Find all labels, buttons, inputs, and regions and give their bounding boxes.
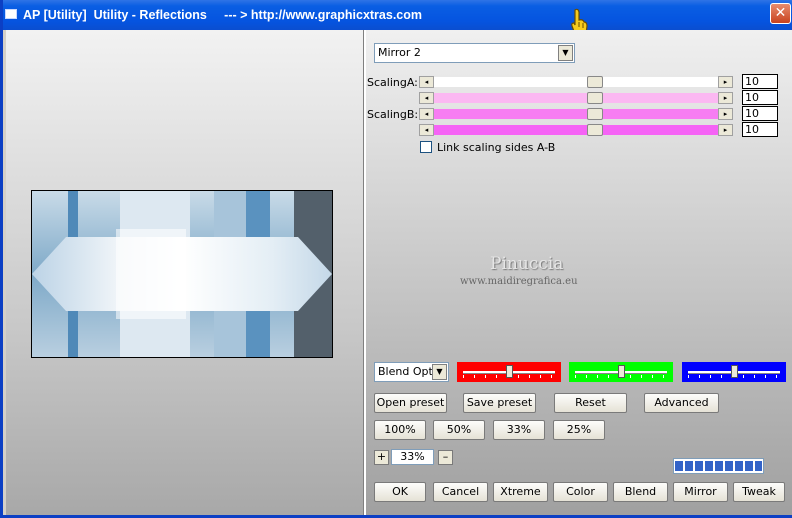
arrow-left-icon[interactable]: ◂ [419, 92, 434, 104]
window-icon [5, 9, 17, 19]
tweak-button[interactable]: Tweak [733, 482, 785, 502]
slider-row[interactable]: ◂ ▸ 10 [419, 74, 778, 89]
slider-track[interactable] [434, 76, 718, 88]
mode-select-value: Mirror 2 [378, 46, 421, 59]
close-button[interactable]: ✕ [770, 3, 791, 24]
scaling-value-field[interactable]: 10 [742, 90, 778, 105]
watermark-url: www.maidiregrafica.eu [460, 276, 578, 287]
scaling-value-field[interactable]: 10 [742, 74, 778, 89]
mode-select[interactable]: Mirror 2 ▼ [374, 43, 575, 63]
zoom-100-button[interactable]: 100% [374, 420, 426, 440]
blend-options-select[interactable]: Blend Optio ▼ [374, 362, 449, 382]
reset-button[interactable]: Reset [554, 393, 627, 413]
slider-thumb[interactable] [587, 92, 603, 104]
slider-track[interactable] [434, 124, 718, 136]
slider-row[interactable]: ◂ ▸ 10 [419, 90, 778, 105]
controls-panel: Mirror 2 ▼ ScalingA: ScalingB: ◂ ▸ 10 ◂ … [366, 30, 792, 515]
blend-button[interactable]: Blend [613, 482, 668, 502]
red-slider-knob[interactable] [506, 365, 513, 378]
arrow-right-icon[interactable]: ▸ [718, 76, 733, 88]
arrow-right-icon[interactable]: ▸ [718, 92, 733, 104]
watermark-name: Pinuccia [490, 254, 564, 274]
window-title: AP [Utility] Utility - Reflections --- >… [23, 8, 422, 22]
zoom-level-field[interactable]: 33% [391, 449, 434, 465]
slider-thumb[interactable] [587, 124, 603, 136]
ok-button[interactable]: OK [374, 482, 426, 502]
xtreme-button[interactable]: Xtreme [493, 482, 548, 502]
slider-row[interactable]: ◂ ▸ 10 [419, 122, 778, 137]
reflection-preview-graphic [32, 191, 332, 357]
link-scaling-checkbox[interactable] [420, 141, 432, 153]
preview-panel [6, 30, 363, 515]
reflections-window: AP [Utility] Utility - Reflections --- >… [0, 0, 792, 518]
zoom-out-button[interactable]: – [438, 450, 453, 465]
zoom-50-button[interactable]: 50% [433, 420, 485, 440]
arrow-left-icon[interactable]: ◂ [419, 124, 434, 136]
arrow-left-icon[interactable]: ◂ [419, 76, 434, 88]
progress-bar [673, 458, 764, 474]
cancel-button[interactable]: Cancel [433, 482, 488, 502]
blue-slider-knob[interactable] [731, 365, 738, 378]
slider-thumb[interactable] [587, 76, 603, 88]
green-slider[interactable] [569, 362, 673, 382]
open-preset-button[interactable]: Open preset [374, 393, 447, 413]
zoom-25-button[interactable]: 25% [553, 420, 605, 440]
chevron-down-icon[interactable]: ▼ [432, 364, 447, 380]
color-button[interactable]: Color [553, 482, 608, 502]
blue-slider[interactable] [682, 362, 786, 382]
green-slider-knob[interactable] [618, 365, 625, 378]
arrow-right-icon[interactable]: ▸ [718, 124, 733, 136]
zoom-33-button[interactable]: 33% [493, 420, 545, 440]
save-preset-button[interactable]: Save preset [463, 393, 536, 413]
red-slider[interactable] [457, 362, 561, 382]
slider-row[interactable]: ◂ ▸ 10 [419, 106, 778, 121]
slider-track[interactable] [434, 92, 718, 104]
arrow-right-icon[interactable]: ▸ [718, 108, 733, 120]
title-bar[interactable]: AP [Utility] Utility - Reflections --- >… [3, 0, 792, 30]
scaling-a-label: ScalingA: [367, 76, 418, 89]
progress-fill [675, 461, 762, 471]
zoom-in-button[interactable]: + [374, 450, 389, 465]
arrow-left-icon[interactable]: ◂ [419, 108, 434, 120]
link-scaling-label: Link scaling sides A-B [437, 141, 556, 154]
scaling-value-field[interactable]: 10 [742, 122, 778, 137]
advanced-button[interactable]: Advanced [644, 393, 719, 413]
slider-thumb[interactable] [587, 108, 603, 120]
preview-image[interactable] [31, 190, 333, 358]
chevron-down-icon[interactable]: ▼ [558, 45, 573, 61]
slider-track[interactable] [434, 108, 718, 120]
mirror-button[interactable]: Mirror [673, 482, 728, 502]
scaling-value-field[interactable]: 10 [742, 106, 778, 121]
scaling-b-label: ScalingB: [367, 108, 419, 121]
